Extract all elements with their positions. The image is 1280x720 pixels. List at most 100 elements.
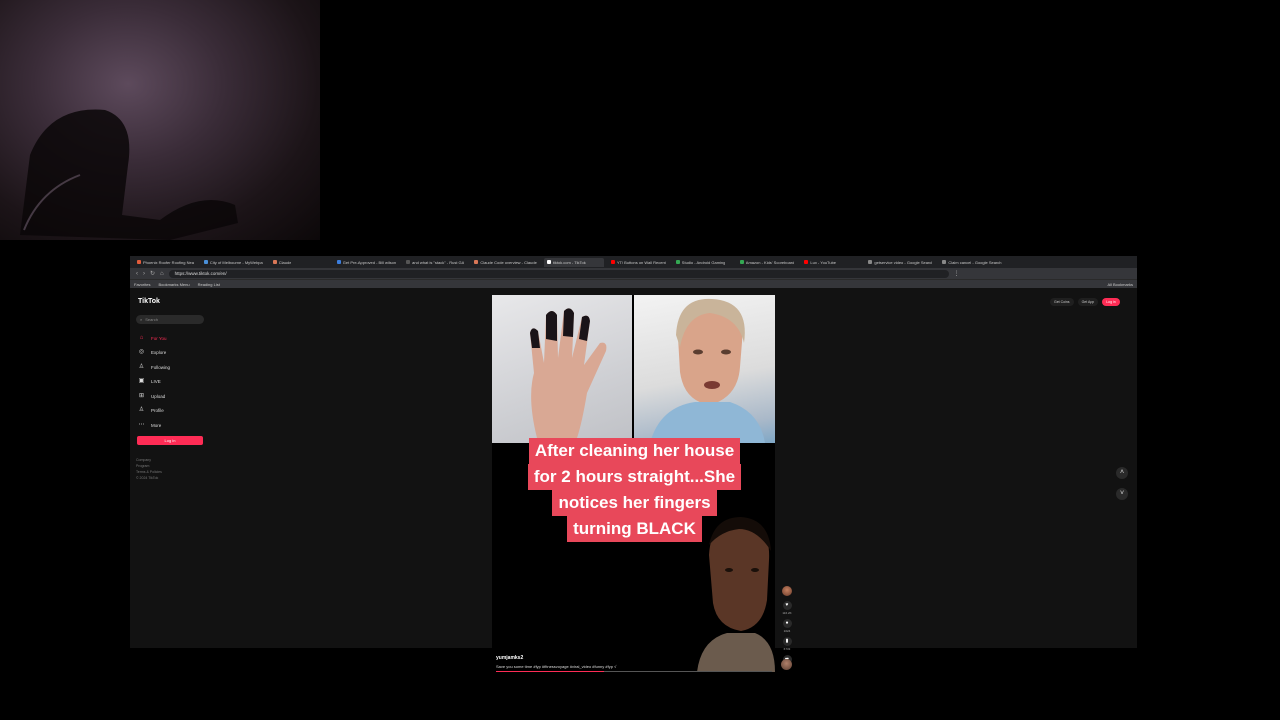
top-right-actions: Get Coins Get App Log in — [1050, 298, 1120, 306]
tab-favicon-icon — [868, 260, 873, 264]
caption-line: After cleaning her house — [528, 438, 741, 464]
bookmark-icon: ▮ — [782, 637, 792, 646]
back-icon[interactable]: ‹ — [136, 271, 138, 277]
sound-disc[interactable] — [781, 659, 792, 670]
navigation-bar: ‹ › ↻ ⌂ https://www.tiktok.com/en/ ⋮ — [130, 268, 1137, 279]
tab-title: Claude — [278, 259, 292, 265]
search-icon: ⌕ — [140, 317, 143, 322]
bookmarks-bar: Favorites Bookmarks Menu Reading List Al… — [130, 279, 1137, 288]
tab-title: getservice video - Google Search — [874, 259, 933, 265]
bookmark-favorites[interactable]: Favorites — [134, 282, 150, 287]
sidebar-item-label: Explore — [151, 350, 167, 355]
browser-tab[interactable]: Phoenix Roofer Roofing Nea — [134, 258, 197, 267]
browser-tab[interactable]: Amazon - Kids' Scoreboard — [737, 258, 798, 267]
browser-tab[interactable]: Claim cancel - Google Search — [939, 258, 1004, 267]
video-player[interactable]: After cleaning her house for 2 hours str… — [492, 295, 775, 672]
home-icon[interactable]: ⌂ — [160, 271, 164, 277]
creator-face-image — [697, 517, 775, 672]
sidebar-item-for-you[interactable]: ⌂ For You — [138, 333, 167, 343]
heart-icon: ♥ — [782, 601, 792, 610]
tab-favicon-icon — [546, 260, 551, 264]
footer-copyright: © 2024 TikTok — [136, 476, 159, 480]
sidebar-item-upload[interactable]: ⊞ Upload — [138, 391, 165, 401]
tab-title: Claude Code overview - Claude — [480, 259, 537, 265]
tab-favicon-icon — [804, 260, 809, 264]
browser-tab[interactable]: Claude Code overview - Claude — [471, 258, 539, 267]
footer-link[interactable]: Program — [136, 464, 149, 468]
reload-icon[interactable]: ↻ — [150, 270, 155, 277]
more-icon: ⋯ — [138, 421, 145, 428]
sidebar-item-label: Profile — [151, 408, 164, 413]
video-username[interactable]: yumjamks2 — [496, 655, 523, 661]
get-app-button[interactable]: Get App — [1077, 298, 1099, 306]
sidebar-item-following[interactable]: ♙ Following — [138, 362, 170, 372]
following-icon: ♙ — [138, 363, 145, 370]
tab-favicon-icon — [203, 260, 208, 264]
forward-icon[interactable]: › — [143, 271, 145, 277]
tab-favicon-icon — [474, 260, 479, 264]
profile-icon: ♙ — [138, 407, 145, 413]
browser-tab[interactable]: Get Pre-Approved - Bill wilson — [334, 258, 399, 267]
compass-icon: ◎ — [138, 349, 145, 355]
search-input[interactable]: ⌕ Search — [136, 315, 204, 324]
tiktok-logo[interactable]: TikTok — [138, 298, 160, 305]
sidebar-item-label: For You — [151, 335, 167, 341]
video-progress-bar[interactable] — [496, 671, 772, 672]
footer-link[interactable]: Company — [136, 458, 151, 462]
video-description: Save you some time #fyp #fitnessvoyage #… — [496, 664, 617, 669]
sidebar-item-label: Upload — [151, 393, 166, 399]
comment-count: 1024 — [783, 629, 791, 633]
save-button[interactable]: ▮ 6733 — [780, 637, 794, 651]
browser-tab[interactable]: getservice video - Google Search — [865, 258, 935, 267]
browser-tab[interactable]: YT/ Buttons on Wall Recent — [608, 258, 669, 267]
upload-icon: ⊞ — [138, 392, 145, 399]
chair-silhouette — [20, 109, 238, 240]
woman-face-image — [650, 298, 765, 443]
browser-tab[interactable]: Lux - YouTube — [801, 258, 861, 267]
all-bookmarks[interactable]: All Bookmarks — [1107, 282, 1133, 287]
browser-tab[interactable]: tiktok.com - TikTok — [543, 257, 604, 267]
chevron-up-icon[interactable]: ˄ — [1116, 467, 1128, 479]
sidebar-item-live[interactable]: ▣ LIVE — [138, 377, 161, 387]
sidebar-item-label: LIVE — [151, 379, 161, 384]
chevron-down-icon[interactable]: ˅ — [1116, 488, 1128, 500]
sound-avatar — [781, 659, 792, 670]
tab-title: Phoenix Roofer Roofing Nea — [143, 259, 194, 265]
browser-tab[interactable]: and what is "stack" - Rust GA — [403, 258, 467, 267]
login-button[interactable]: Log in — [137, 436, 203, 445]
comment-icon: ● — [782, 619, 792, 628]
sidebar-item-label: More — [151, 422, 162, 428]
footer-link[interactable]: Terms & Policies — [136, 470, 162, 474]
tab-title: Studio - Android Gaming — [681, 259, 726, 265]
caption-line: for 2 hours straight...She — [527, 464, 742, 490]
get-coins-button[interactable]: Get Coins — [1050, 298, 1074, 306]
bookmark-menu[interactable]: Bookmarks Menu — [158, 282, 189, 287]
tab-favicon-icon — [739, 260, 744, 264]
address-bar[interactable]: https://www.tiktok.com/en/ — [168, 269, 949, 278]
tab-title: Lux - YouTube — [810, 259, 837, 265]
tab-title: and what is "stack" - Rust GA — [412, 259, 465, 265]
save-count: 6733 — [783, 647, 791, 651]
like-count: 116.2K — [782, 611, 792, 615]
tab-favicon-icon — [406, 260, 411, 264]
extensions-icon[interactable]: ⋮ — [954, 270, 960, 277]
creator-avatar[interactable] — [782, 586, 792, 596]
browser-tab[interactable]: Studio - Android Gaming — [673, 258, 733, 267]
sidebar-item-label: Following — [151, 364, 171, 370]
browser-tab[interactable]: City of Melbourne - MyWebpa — [201, 258, 266, 267]
tab-title: Claim cancel - Google Search — [948, 259, 1002, 265]
live-icon: ▣ — [138, 378, 145, 384]
like-button[interactable]: ♥ 116.2K — [780, 601, 794, 615]
tab-favicon-icon — [942, 260, 947, 264]
sidebar-item-more[interactable]: ⋯ More — [138, 420, 162, 430]
browser-tab[interactable]: Claude — [270, 258, 330, 267]
tab-title: City of Melbourne - MyWebpa — [209, 259, 263, 265]
tab-favicon-icon — [137, 260, 141, 264]
bookmark-reading-list[interactable]: Reading List — [198, 282, 220, 287]
sidebar-item-explore[interactable]: ◎ Explore — [138, 348, 166, 358]
sidebar-item-profile[interactable]: ♙ Profile — [138, 406, 164, 416]
top-login-button[interactable]: Log in — [1102, 298, 1120, 306]
tab-title: Amazon - Kids' Scoreboard — [745, 259, 795, 265]
comment-button[interactable]: ● 1024 — [780, 619, 794, 633]
tab-bar: Phoenix Roofer Roofing Nea City of Melbou… — [130, 256, 1137, 268]
